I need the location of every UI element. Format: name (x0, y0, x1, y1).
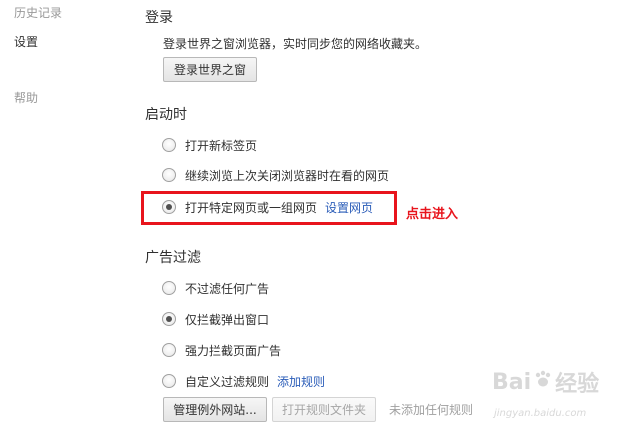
manage-exceptions-button[interactable]: 管理例外网站... (163, 397, 267, 422)
sidebar-item-help[interactable]: 帮助 (14, 89, 38, 106)
adfilter-custom-radio[interactable] (162, 374, 176, 388)
adfilter-strong-radio[interactable] (162, 343, 176, 357)
startup-section-title: 启动时 (145, 107, 187, 123)
startup-new-tab-label[interactable]: 打开新标签页 (185, 137, 257, 154)
adfilter-option-custom[interactable]: 自定义过滤规则 添加规则 (162, 371, 325, 391)
adfilter-section-title: 广告过滤 (145, 250, 201, 266)
adfilter-popups-radio[interactable] (162, 312, 176, 326)
sidebar-item-settings[interactable]: 设置 (14, 33, 38, 50)
startup-continue-label[interactable]: 继续浏览上次关闭浏览器时在看的网页 (185, 167, 389, 184)
no-rules-text: 未添加任何规则 (389, 403, 474, 417)
login-section-title: 登录 (145, 10, 173, 26)
adfilter-option-popups[interactable]: 仅拦截弹出窗口 (162, 309, 269, 329)
startup-option-new-tab[interactable]: 打开新标签页 (162, 135, 257, 155)
add-rule-link[interactable]: 添加规则 (277, 373, 325, 390)
login-description: 登录世界之窗浏览器，实时同步您的网络收藏夹。 (163, 37, 428, 51)
startup-continue-radio[interactable] (162, 168, 176, 182)
sidebar-item-history[interactable]: 历史记录 (14, 4, 62, 21)
login-button[interactable]: 登录世界之窗 (163, 57, 257, 82)
baidu-jingyan-watermark: Bai 经验 jingyan.baidu.com (492, 366, 632, 428)
startup-option-continue[interactable]: 继续浏览上次关闭浏览器时在看的网页 (162, 165, 389, 185)
paw-icon (533, 369, 553, 395)
adfilter-custom-label[interactable]: 自定义过滤规则 (185, 373, 269, 390)
annotation-text: 点击进入 (406, 207, 459, 222)
watermark-logo: Bai 经验 (492, 366, 599, 398)
adfilter-none-radio[interactable] (162, 281, 176, 295)
adfilter-option-strong[interactable]: 强力拦截页面广告 (162, 340, 281, 360)
settings-page: 历史记录 设置 帮助 登录 登录世界之窗浏览器，实时同步您的网络收藏夹。 登录世… (0, 0, 641, 436)
open-rules-folder-button: 打开规则文件夹 (272, 397, 376, 422)
watermark-url: jingyan.baidu.com (494, 408, 587, 419)
adfilter-popups-label[interactable]: 仅拦截弹出窗口 (185, 311, 269, 328)
annotation-highlight-box (141, 191, 397, 225)
watermark-logo-text: Bai (492, 369, 532, 395)
adfilter-none-label[interactable]: 不过滤任何广告 (185, 280, 269, 297)
startup-new-tab-radio[interactable] (162, 138, 176, 152)
adfilter-option-none[interactable]: 不过滤任何广告 (162, 278, 269, 298)
adfilter-strong-label[interactable]: 强力拦截页面广告 (185, 342, 281, 359)
watermark-logo-text-2: 经验 (555, 372, 600, 397)
